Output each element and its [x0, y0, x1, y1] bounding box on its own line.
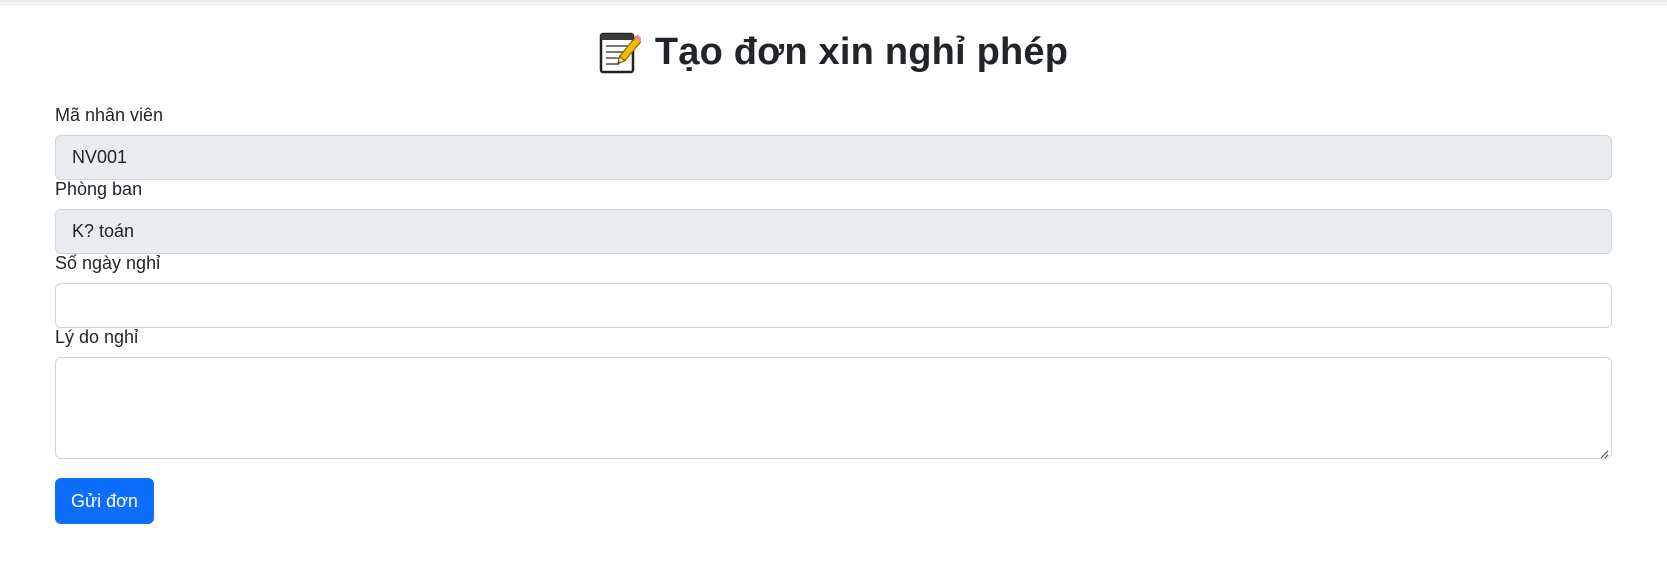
page-title: Tạo đơn xin nghỉ phép [55, 30, 1612, 82]
employee-id-label: Mã nhân viên [55, 105, 164, 125]
days-label: Số ngày nghỉ [55, 253, 161, 273]
submit-button[interactable]: Gửi đơn [55, 478, 154, 524]
title-group: Tạo đơn xin nghỉ phép [599, 30, 1068, 74]
memo-icon [599, 30, 643, 74]
reason-wrapper [55, 357, 1612, 459]
title-text: Tạo đơn xin nghỉ phép [654, 30, 1069, 73]
department-field[interactable] [55, 209, 1612, 254]
reason-label: Lý do nghỉ [55, 327, 139, 347]
employee-id-field[interactable] [55, 135, 1612, 180]
browser-top-bar [0, 0, 1667, 5]
department-label: Phòng ban [55, 179, 143, 199]
days-field[interactable] [55, 283, 1612, 328]
reason-textarea[interactable] [55, 357, 1612, 459]
resize-grip-icon[interactable] [1599, 446, 1609, 459]
